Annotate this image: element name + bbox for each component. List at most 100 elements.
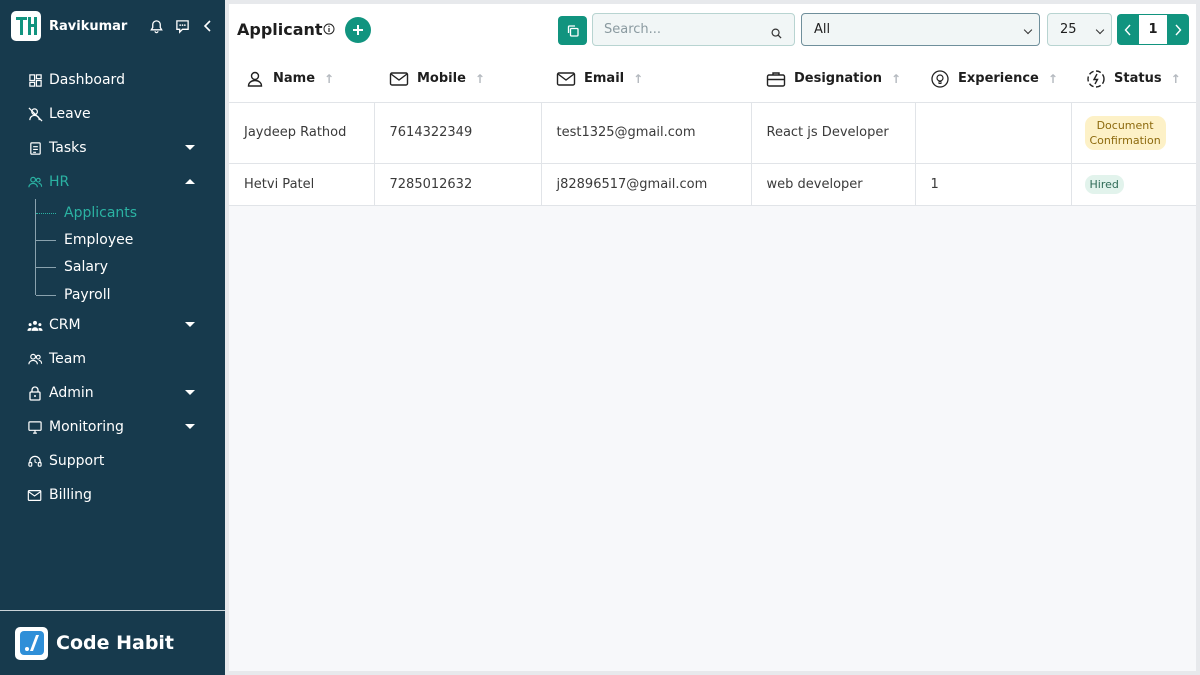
search-icon[interactable] (771, 24, 782, 43)
billing-icon (27, 487, 43, 503)
sidebar-item-label: Tasks (49, 140, 87, 156)
sidebar-item-label: Monitoring (49, 419, 124, 436)
sidebar-item-billing[interactable]: Billing (0, 478, 225, 512)
sidebar-item-admin[interactable]: Admin (0, 376, 225, 410)
cell-experience (915, 102, 1072, 163)
per-page-value: 25 (1060, 22, 1077, 37)
hr-submenu: Applicants Employee Salary Payroll (35, 199, 215, 308)
status-badge: Hired (1084, 174, 1124, 194)
page-title: Applicant (237, 20, 323, 39)
sidebar-item-label: Admin (49, 385, 94, 402)
user-icon (245, 69, 265, 89)
applicants-table: Name ↑ Mobile ↑ Email ↑ Designation ↑ Ex… (229, 56, 1196, 206)
sidebar-item-label: Team (49, 351, 87, 368)
chevron-down-icon[interactable] (185, 390, 195, 396)
table-header-row: Name ↑ Mobile ↑ Email ↑ Designation ↑ Ex… (229, 56, 1196, 102)
th-logo-icon (16, 17, 37, 35)
sidebar-item-applicants[interactable]: Applicants (35, 199, 215, 226)
footer-brand-name: Code Habit (56, 632, 175, 654)
idea-head-icon (930, 69, 950, 89)
sidebar-footer: Code Habit (0, 610, 225, 675)
collapse-sidebar-icon[interactable] (200, 18, 216, 34)
cell-email: j82896517@gmail.com (541, 163, 752, 205)
company-logo[interactable] (11, 11, 41, 41)
crm-icon (27, 317, 43, 333)
sort-arrow-icon: ↑ (1170, 71, 1181, 86)
column-header-email[interactable]: Email ↑ (556, 69, 751, 89)
sidebar-nav: Dashboard Leave Tasks HR Applicants Empl… (0, 63, 225, 512)
per-page-select[interactable]: 25 (1047, 13, 1112, 46)
cell-designation: React js Developer (751, 102, 916, 163)
cell-mobile: 7614322349 (374, 102, 542, 163)
sidebar-item-salary[interactable]: Salary (35, 254, 215, 281)
chevron-down-icon (1095, 25, 1105, 35)
copy-icon (567, 24, 579, 37)
sidebar-item-label: Support (49, 453, 105, 470)
sidebar-item-payroll[interactable]: Payroll (35, 281, 215, 308)
sidebar-item-crm[interactable]: CRM (0, 308, 225, 342)
sidebar-item-monitoring[interactable]: Monitoring (0, 410, 225, 444)
lock-icon (27, 385, 43, 401)
next-page-button[interactable] (1167, 14, 1189, 45)
headset-icon (27, 453, 43, 469)
code-habit-logo-icon (19, 631, 44, 655)
sort-arrow-icon: ↑ (324, 71, 335, 86)
sort-arrow-icon: ↑ (891, 71, 902, 86)
chat-icon[interactable] (174, 18, 190, 34)
column-header-status[interactable]: Status ↑ (1086, 69, 1196, 89)
sidebar-item-label: Leave (49, 106, 91, 122)
table-row[interactable]: Hetvi Patel 7285012632 j82896517@gmail.c… (229, 163, 1196, 205)
sidebar-item-dashboard[interactable]: Dashboard (0, 63, 225, 97)
status-filter-select[interactable]: All (801, 13, 1040, 46)
sidebar-item-tasks[interactable]: Tasks (0, 131, 225, 165)
cell-status: Document Confirmation (1071, 102, 1196, 163)
cell-mobile: 7285012632 (374, 163, 542, 205)
plus-icon (353, 25, 363, 35)
code-habit-logo[interactable] (15, 626, 48, 660)
chevron-down-icon[interactable] (185, 145, 195, 150)
sidebar-header: Ravikumar (11, 11, 216, 41)
sidebar-item-team[interactable]: Team (0, 342, 225, 376)
add-applicant-button[interactable] (345, 17, 371, 43)
user-name: Ravikumar (49, 18, 128, 34)
mail-icon (389, 69, 409, 89)
copy-button[interactable] (558, 16, 587, 45)
sidebar-item-support[interactable]: Support (0, 444, 225, 478)
sidebar-item-employee[interactable]: Employee (35, 226, 215, 253)
leave-icon (27, 106, 43, 122)
column-header-designation[interactable]: Designation ↑ (766, 69, 915, 89)
chevron-down-icon (1023, 25, 1033, 35)
search-input[interactable] (593, 14, 758, 45)
prev-page-button[interactable] (1117, 14, 1139, 45)
status-filter-value: All (814, 22, 831, 37)
monitor-icon (27, 419, 43, 435)
chevron-up-icon[interactable] (185, 179, 195, 184)
sidebar-item-hr[interactable]: HR (0, 165, 225, 199)
cell-designation: web developer (751, 163, 916, 205)
team-icon (27, 351, 43, 367)
chevron-down-icon[interactable] (185, 322, 195, 328)
cell-name: Jaydeep Rathod (229, 102, 375, 163)
cell-name: Hetvi Patel (229, 163, 375, 205)
column-header-experience[interactable]: Experience ↑ (930, 69, 1071, 89)
column-header-name[interactable]: Name ↑ (245, 69, 374, 89)
cell-experience: 1 (915, 163, 1072, 205)
sidebar: Ravikumar Dashboard Leave Tasks HR Appli… (0, 0, 225, 675)
mail-icon (556, 69, 576, 89)
chevron-down-icon[interactable] (185, 424, 195, 430)
bell-icon[interactable] (148, 18, 164, 34)
status-badge: Document Confirmation (1084, 115, 1166, 150)
hr-icon (27, 174, 43, 190)
table-row[interactable]: Jaydeep Rathod 7614322349 test1325@gmail… (229, 102, 1196, 163)
info-icon[interactable] (323, 20, 335, 39)
column-header-mobile[interactable]: Mobile ↑ (389, 69, 541, 89)
pagination: 1 (1117, 14, 1189, 45)
chevron-right-icon (1175, 24, 1182, 35)
search-box (592, 13, 795, 46)
sidebar-item-leave[interactable]: Leave (0, 97, 225, 131)
current-page-number[interactable]: 1 (1139, 15, 1167, 44)
main-content: Applicant All 25 1 (229, 4, 1196, 671)
sort-arrow-icon: ↑ (1047, 71, 1058, 86)
sidebar-item-label: Dashboard (49, 72, 125, 88)
cell-status: Hired (1071, 163, 1196, 205)
